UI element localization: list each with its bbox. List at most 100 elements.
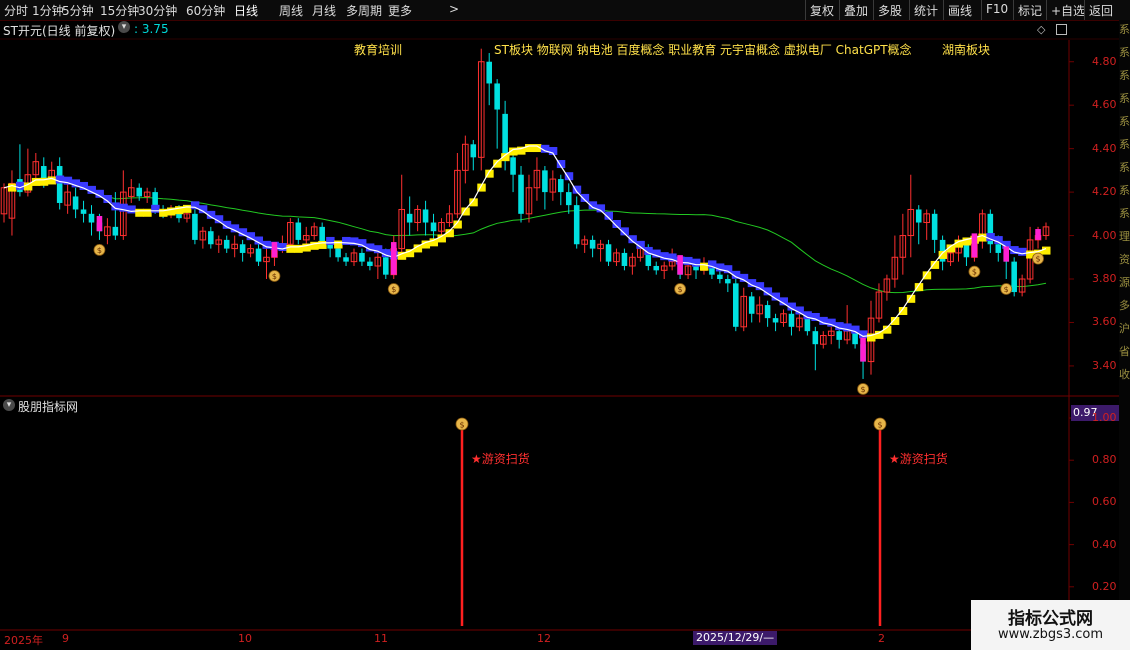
candle-body	[542, 170, 548, 193]
candle-body	[518, 174, 524, 214]
chevron-down-icon[interactable]: ▾	[3, 399, 15, 411]
trend-band-segment	[135, 208, 144, 217]
svg-text:$: $	[1004, 285, 1009, 294]
strip-char: 收	[1119, 368, 1130, 381]
watermark: 指标公式网 www.zbgs3.com	[971, 600, 1130, 650]
candle-body	[764, 305, 771, 319]
money-bag-icon: $	[268, 270, 281, 282]
trend-band-segment	[182, 204, 192, 213]
strip-char: 系	[1119, 161, 1130, 174]
candle-body	[836, 331, 842, 340]
svg-text:$: $	[97, 246, 102, 255]
candle-body	[430, 222, 437, 232]
candle-body	[112, 226, 119, 236]
strip-char: 系	[1119, 69, 1130, 82]
svg-text:$: $	[272, 272, 277, 281]
trend-band-segment	[342, 236, 351, 245]
indicator-tick-label: 1.00	[1092, 411, 1117, 424]
money-bag-icon: $	[455, 417, 469, 431]
trend-band-segment	[326, 236, 335, 245]
candle-body	[1011, 261, 1017, 293]
candle-body	[558, 179, 564, 193]
highlight-candle	[1035, 229, 1041, 240]
highlight-candle	[860, 337, 866, 362]
date-label: 11	[374, 632, 388, 645]
strip-char: 系	[1119, 207, 1130, 220]
price-tick-label: 4.80	[1092, 54, 1117, 68]
trend-band-segment	[1042, 246, 1051, 255]
date-label: 2	[878, 632, 885, 645]
candle-body	[733, 283, 739, 327]
svg-text:$: $	[861, 385, 866, 394]
trend-band-segment	[318, 240, 327, 249]
signal-label: ★游资扫货	[471, 452, 530, 466]
candle-body	[725, 279, 731, 284]
date-label: 10	[238, 632, 252, 645]
trend-band-segment	[47, 176, 57, 185]
candle-body	[717, 274, 723, 280]
watermark-url: www.zbgs3.com	[997, 627, 1104, 642]
signal-label: ★游资扫货	[889, 452, 948, 466]
candlestick-chart[interactable]: $ $ $ $ $ $ $ $ $ $	[0, 0, 1130, 650]
candle-body	[502, 113, 508, 158]
trend-band-segment	[334, 240, 343, 249]
strip-char: 多	[1119, 299, 1130, 312]
candle-body	[136, 187, 143, 197]
candle-body	[255, 248, 262, 262]
highlight-candle	[271, 242, 278, 258]
candle-body	[963, 244, 970, 258]
money-bag-icon: $	[387, 283, 400, 295]
svg-text:$: $	[391, 285, 396, 294]
money-bag-icon: $	[857, 383, 869, 395]
candle-body	[343, 257, 349, 262]
candle-body	[621, 252, 628, 266]
candle-body	[494, 83, 500, 110]
highlight-candle	[677, 255, 683, 275]
trend-band-segment	[1018, 247, 1027, 256]
trend-band-segment	[699, 262, 709, 271]
trend-band-segment	[286, 244, 295, 253]
strip-char: 资	[1119, 253, 1130, 266]
svg-text:$: $	[1035, 255, 1040, 264]
svg-text:$: $	[459, 421, 464, 430]
strip-char: 省	[1119, 345, 1130, 358]
trend-band-segment	[7, 183, 17, 192]
candle-body	[915, 209, 922, 223]
candle-body	[812, 331, 819, 345]
strip-char: 系	[1119, 46, 1130, 59]
trend-band-segment	[278, 243, 287, 252]
candle-body	[486, 61, 492, 84]
candle-body	[295, 222, 302, 240]
price-tick-label: 4.20	[1092, 185, 1117, 199]
candle-body	[367, 261, 373, 266]
trend-band-segment	[15, 181, 25, 190]
indicator-tick-label: 0.40	[1092, 537, 1117, 551]
trend-band-segment	[692, 258, 701, 267]
ma-long-line	[3, 177, 1047, 294]
candle-body	[208, 231, 214, 245]
price-tick-label: 3.60	[1092, 315, 1117, 329]
price-tick-label: 3.80	[1092, 272, 1117, 285]
money-bag-icon: $	[93, 244, 106, 256]
highlight-candle	[96, 216, 103, 232]
price-tick-label: 3.40	[1092, 358, 1117, 372]
svg-text:$: $	[877, 421, 882, 430]
ma-short-line	[3, 145, 1047, 338]
candle-body	[335, 248, 341, 258]
svg-text:$: $	[972, 268, 977, 277]
indicator-tick-label: 0.80	[1092, 453, 1117, 467]
money-bag-icon: $	[968, 265, 981, 278]
candle-body	[72, 196, 79, 210]
strip-char: 系	[1119, 138, 1130, 151]
cursor-date-label: 2025/12/29/—	[693, 631, 778, 645]
candle-body	[573, 205, 580, 245]
strip-char: 源	[1119, 276, 1130, 289]
candle-body	[80, 209, 87, 214]
price-tick-label: 4.00	[1092, 228, 1117, 242]
candle-body	[589, 239, 596, 249]
strip-char: 系	[1119, 184, 1130, 197]
candle-body	[192, 213, 198, 240]
candle-body	[772, 318, 779, 323]
candle-body	[470, 144, 477, 158]
strip-char: 沪	[1119, 322, 1130, 335]
